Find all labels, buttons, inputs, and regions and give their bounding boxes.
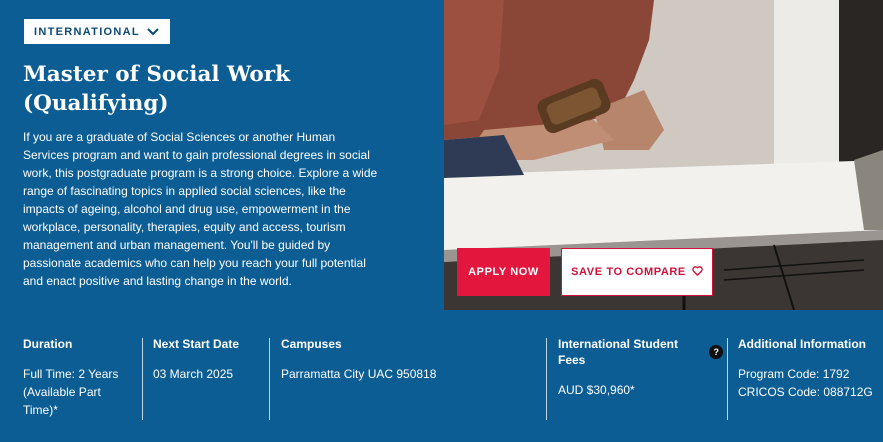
additional-info-label: Additional Information — [738, 337, 866, 351]
apply-now-button[interactable]: APPLY NOW — [457, 248, 550, 296]
column-divider — [727, 338, 728, 420]
student-type-label: INTERNATIONAL — [34, 25, 140, 38]
program-description: If you are a graduate of Social Sciences… — [23, 130, 378, 288]
heart-icon — [692, 265, 703, 279]
cricos-code: CRICOS Code: 088712G — [738, 385, 873, 399]
campuses-column: Campuses Parramatta City UAC 950818 — [281, 336, 541, 383]
column-divider — [142, 338, 143, 420]
next-start-column: Next Start Date 03 March 2025 — [153, 336, 263, 383]
column-divider — [546, 338, 547, 420]
save-to-compare-button[interactable]: SAVE TO COMPARE — [561, 248, 713, 296]
fees-header: International Student Fees ? — [558, 336, 723, 368]
duration-column: Duration Full Time: 2 Years (Available P… — [23, 336, 131, 419]
title-line-2: (Qualifying) — [23, 91, 169, 116]
next-start-label: Next Start Date — [153, 337, 240, 351]
next-start-value: 03 March 2025 — [153, 367, 234, 381]
page-title: Master of Social Work (Qualifying) — [23, 60, 423, 118]
save-to-compare-label: SAVE TO COMPARE — [571, 266, 686, 278]
column-divider — [269, 338, 270, 420]
fees-label: International Student Fees — [558, 337, 678, 367]
title-line-1: Master of Social Work — [23, 62, 290, 87]
program-hero: INTERNATIONAL Master of Social Work (Qua… — [0, 0, 883, 310]
fees-value: AUD $30,960* — [558, 383, 635, 397]
hero-text-panel: INTERNATIONAL Master of Social Work (Qua… — [0, 0, 444, 310]
additional-info-value: Program Code: 1792 CRICOS Code: 088712G — [738, 365, 878, 401]
student-type-dropdown[interactable]: INTERNATIONAL — [23, 18, 171, 45]
program-code: Program Code: 1792 — [738, 367, 850, 381]
duration-label: Duration — [23, 337, 73, 351]
fees-column: International Student Fees ? AUD $30,960… — [558, 336, 723, 399]
campuses-value: Parramatta City UAC 950818 — [281, 367, 437, 381]
campuses-label: Campuses — [281, 337, 342, 351]
additional-info-column: Additional Information Program Code: 179… — [738, 336, 878, 401]
duration-value: Full Time: 2 Years (Available Part Time)… — [23, 367, 119, 417]
help-icon[interactable]: ? — [709, 345, 723, 359]
chevron-down-icon — [146, 27, 160, 37]
program-details: Duration Full Time: 2 Years (Available P… — [0, 336, 883, 426]
